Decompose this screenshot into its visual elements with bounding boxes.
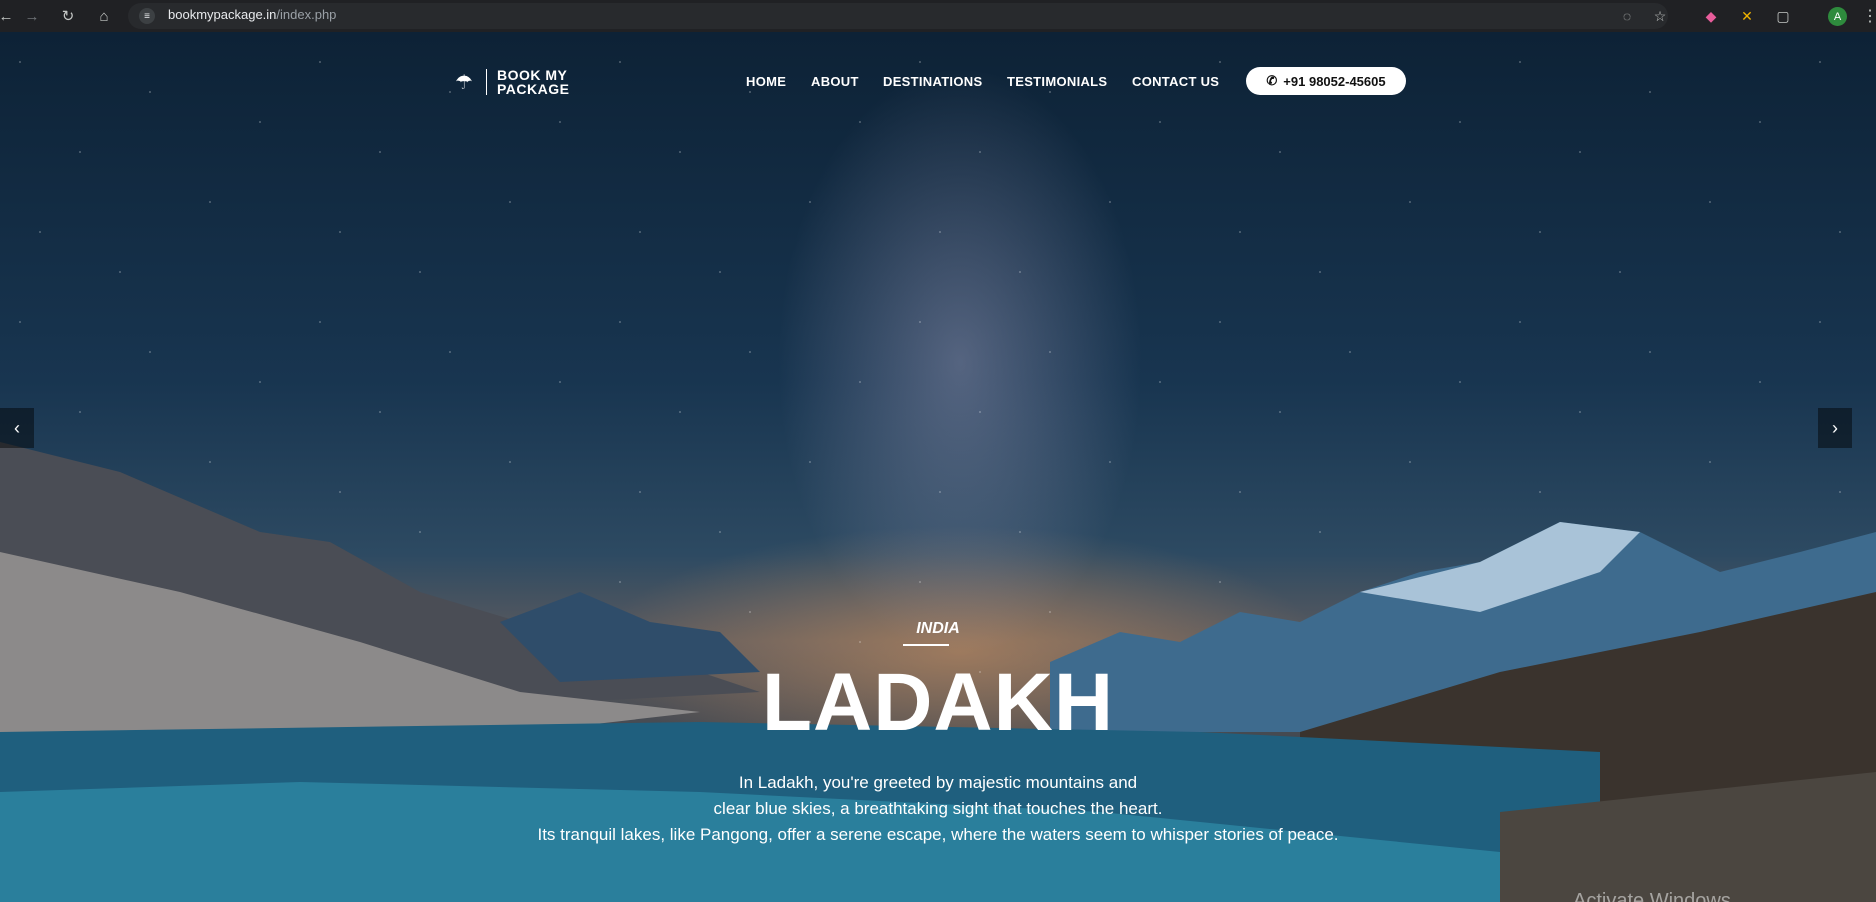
- hero-title: LADAKH: [761, 657, 1115, 748]
- forward-icon[interactable]: →: [22, 6, 42, 26]
- reload-icon[interactable]: ↻: [58, 6, 78, 26]
- activate-windows-watermark: Activate Windows: [1573, 890, 1731, 902]
- slider-next-button[interactable]: ›: [1818, 408, 1852, 448]
- nav-contact-us[interactable]: CONTACT US: [1132, 74, 1219, 89]
- more-menu-icon[interactable]: ⋮: [1862, 6, 1876, 26]
- url-path: /index.php: [276, 7, 337, 22]
- site-logo[interactable]: ☂ BOOK MY PACKAGE: [452, 68, 569, 96]
- hero-description: In Ladakh, you're greeted by majestic mo…: [0, 770, 1876, 848]
- nav-about[interactable]: ABOUT: [811, 74, 859, 89]
- description-line-1: In Ladakh, you're greeted by majestic mo…: [738, 773, 1138, 792]
- description-line-3: Its tranquil lakes, like Pangong, offer …: [537, 825, 1339, 844]
- slider-prev-button[interactable]: ‹: [0, 408, 34, 448]
- hero-slider: ☂ BOOK MY PACKAGE HOME ABOUT DESTINATION…: [0, 32, 1876, 902]
- hero-country: INDIA: [916, 620, 960, 637]
- extension-color-icon[interactable]: ◆: [1702, 7, 1720, 25]
- phone-button[interactable]: ✆ +91 98052-45605: [1246, 67, 1406, 95]
- back-icon[interactable]: ←: [0, 6, 16, 26]
- logo-line-2: PACKAGE: [497, 81, 570, 97]
- url-domain: bookmypackage.in: [168, 7, 277, 22]
- umbrella-icon: ☂: [455, 71, 473, 94]
- profile-avatar[interactable]: A: [1828, 7, 1847, 26]
- phone-number: +91 98052-45605: [1283, 73, 1386, 89]
- country-underline: [903, 644, 949, 646]
- site-info-icon[interactable]: ≡: [139, 8, 155, 24]
- chevron-right-icon: ›: [1832, 417, 1838, 438]
- description-line-2: clear blue skies, a breathtaking sight t…: [713, 799, 1163, 818]
- browser-toolbar: ← → ↻ ⌂ ≡ bookmypackage.in/index.php ◌ ☆…: [0, 0, 1876, 32]
- home-icon[interactable]: ⌂: [94, 6, 114, 26]
- logo-divider: [486, 69, 487, 95]
- nav-destinations[interactable]: DESTINATIONS: [883, 74, 982, 89]
- url-text[interactable]: bookmypackage.in/index.php: [168, 7, 336, 22]
- extension-x-icon[interactable]: ✕: [1738, 7, 1756, 25]
- nav-testimonials[interactable]: TESTIMONIALS: [1007, 74, 1107, 89]
- logo-line-1: BOOK MY: [497, 67, 568, 83]
- chevron-left-icon: ‹: [14, 417, 20, 438]
- address-bar[interactable]: [128, 3, 1668, 29]
- extensions-puzzle-icon[interactable]: ▢: [1774, 7, 1792, 25]
- nav-home[interactable]: HOME: [746, 74, 786, 89]
- phone-icon: ✆: [1266, 73, 1278, 88]
- star-icon[interactable]: ☆: [1651, 7, 1669, 25]
- logo-text: BOOK MY PACKAGE: [497, 68, 569, 96]
- eye-slash-icon[interactable]: ◌: [1618, 7, 1636, 25]
